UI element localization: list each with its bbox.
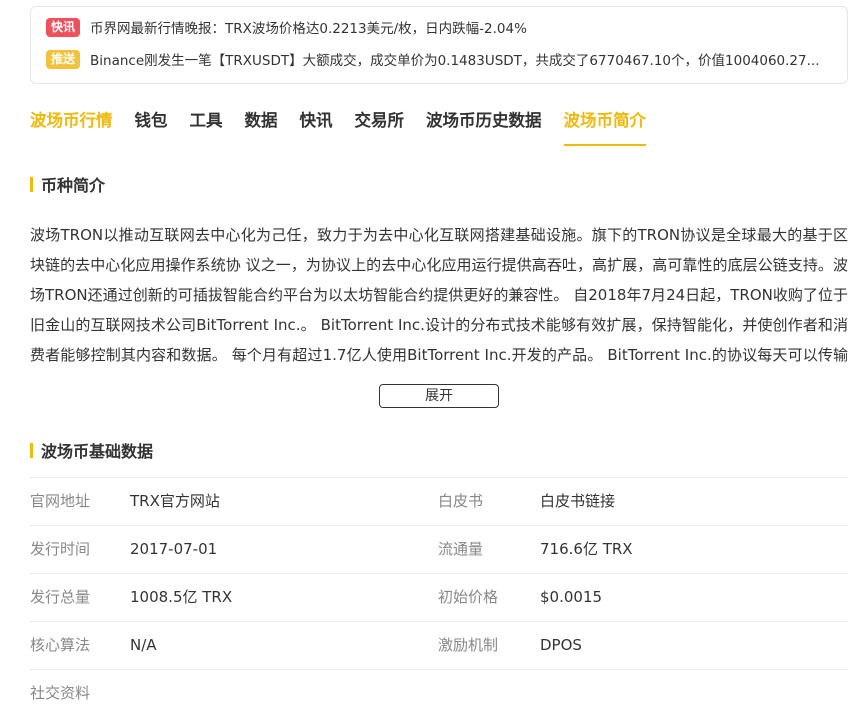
coin-intro-text: 波场TRON以推动互联网去中心化为己任，致力于为去中心化互联网搭建基础设施。旗下… (30, 226, 848, 364)
intro-title-text: 币种简介 (41, 176, 106, 195)
news-item[interactable]: 快讯 币界网最新行情晚报：TRX波场价格达0.2213美元/枚，日内跌幅-2.0… (46, 16, 527, 38)
table-row: 官网地址 TRX官方网站 白皮书 白皮书链接 (30, 477, 848, 525)
flash-news-badge: 快讯 (46, 17, 80, 37)
whitepaper-link[interactable]: 白皮书链接 (540, 478, 615, 525)
label-whitepaper: 白皮书 (438, 492, 484, 510)
tab-data[interactable]: 数据 (245, 100, 278, 146)
label-circulating: 流通量 (438, 540, 484, 558)
intro-section-title: 币种简介 (30, 172, 105, 196)
website-link[interactable]: TRX官方网站 (130, 478, 220, 525)
circulating-value: 716.6亿 TRX (540, 540, 633, 558)
basics-section-title: 波场币基础数据 (30, 438, 153, 462)
push-news-badge: 推送 (46, 49, 80, 69)
basics-title-text: 波场币基础数据 (41, 442, 154, 461)
table-row: 发行时间 2017-07-01 流通量 716.6亿 TRX (30, 525, 848, 573)
news-text[interactable]: 币界网最新行情晚报：TRX波场价格达0.2213美元/枚，日内跌幅-2.04% (90, 17, 527, 37)
algorithm-value: N/A (130, 636, 157, 654)
tab-intro[interactable]: 波场币简介 (563, 100, 646, 146)
tab-history-data[interactable]: 波场币历史数据 (426, 100, 542, 146)
title-accent-bar (30, 176, 33, 192)
expand-button[interactable]: 展开 (379, 384, 499, 408)
title-accent-bar (30, 442, 33, 458)
total-supply-value: 1008.5亿 TRX (130, 588, 233, 606)
label-incentive: 激励机制 (438, 636, 499, 654)
tab-wallet[interactable]: 钱包 (135, 100, 168, 146)
tab-exchanges[interactable]: 交易所 (355, 100, 405, 146)
incentive-value: DPOS (540, 636, 582, 654)
initial-price-value: $0.0015 (540, 588, 603, 606)
basic-data-table: 官网地址 TRX官方网站 白皮书 白皮书链接 发行时间 2017-07-01 流… (30, 477, 848, 717)
label-initial-price: 初始价格 (438, 588, 499, 606)
tab-tools[interactable]: 工具 (190, 100, 223, 146)
issue-date-value: 2017-07-01 (130, 540, 218, 558)
tab-flash-news[interactable]: 快讯 (300, 100, 333, 146)
coin-nav-tabs: 波场币行情 钱包 工具 数据 快讯 交易所 波场币历史数据 波场币简介 (30, 100, 668, 148)
table-row: 核心算法 N/A 激励机制 DPOS (30, 621, 848, 669)
news-item[interactable]: 推送 Binance刚发生一笔【TRXUSDT】大额成交，成交单价为0.1483… (46, 48, 819, 70)
news-text[interactable]: Binance刚发生一笔【TRXUSDT】大额成交，成交单价为0.1483USD… (90, 49, 819, 69)
label-website: 官网地址 (30, 492, 91, 510)
label-total-supply: 发行总量 (30, 588, 91, 606)
tab-market[interactable]: 波场币行情 (30, 100, 113, 146)
label-issue-date: 发行时间 (30, 540, 91, 558)
news-ticker: 快讯 币界网最新行情晚报：TRX波场价格达0.2213美元/枚，日内跌幅-2.0… (30, 6, 848, 84)
label-algorithm: 核心算法 (30, 636, 91, 654)
table-row: 发行总量 1008.5亿 TRX 初始价格 $0.0015 (30, 573, 848, 621)
